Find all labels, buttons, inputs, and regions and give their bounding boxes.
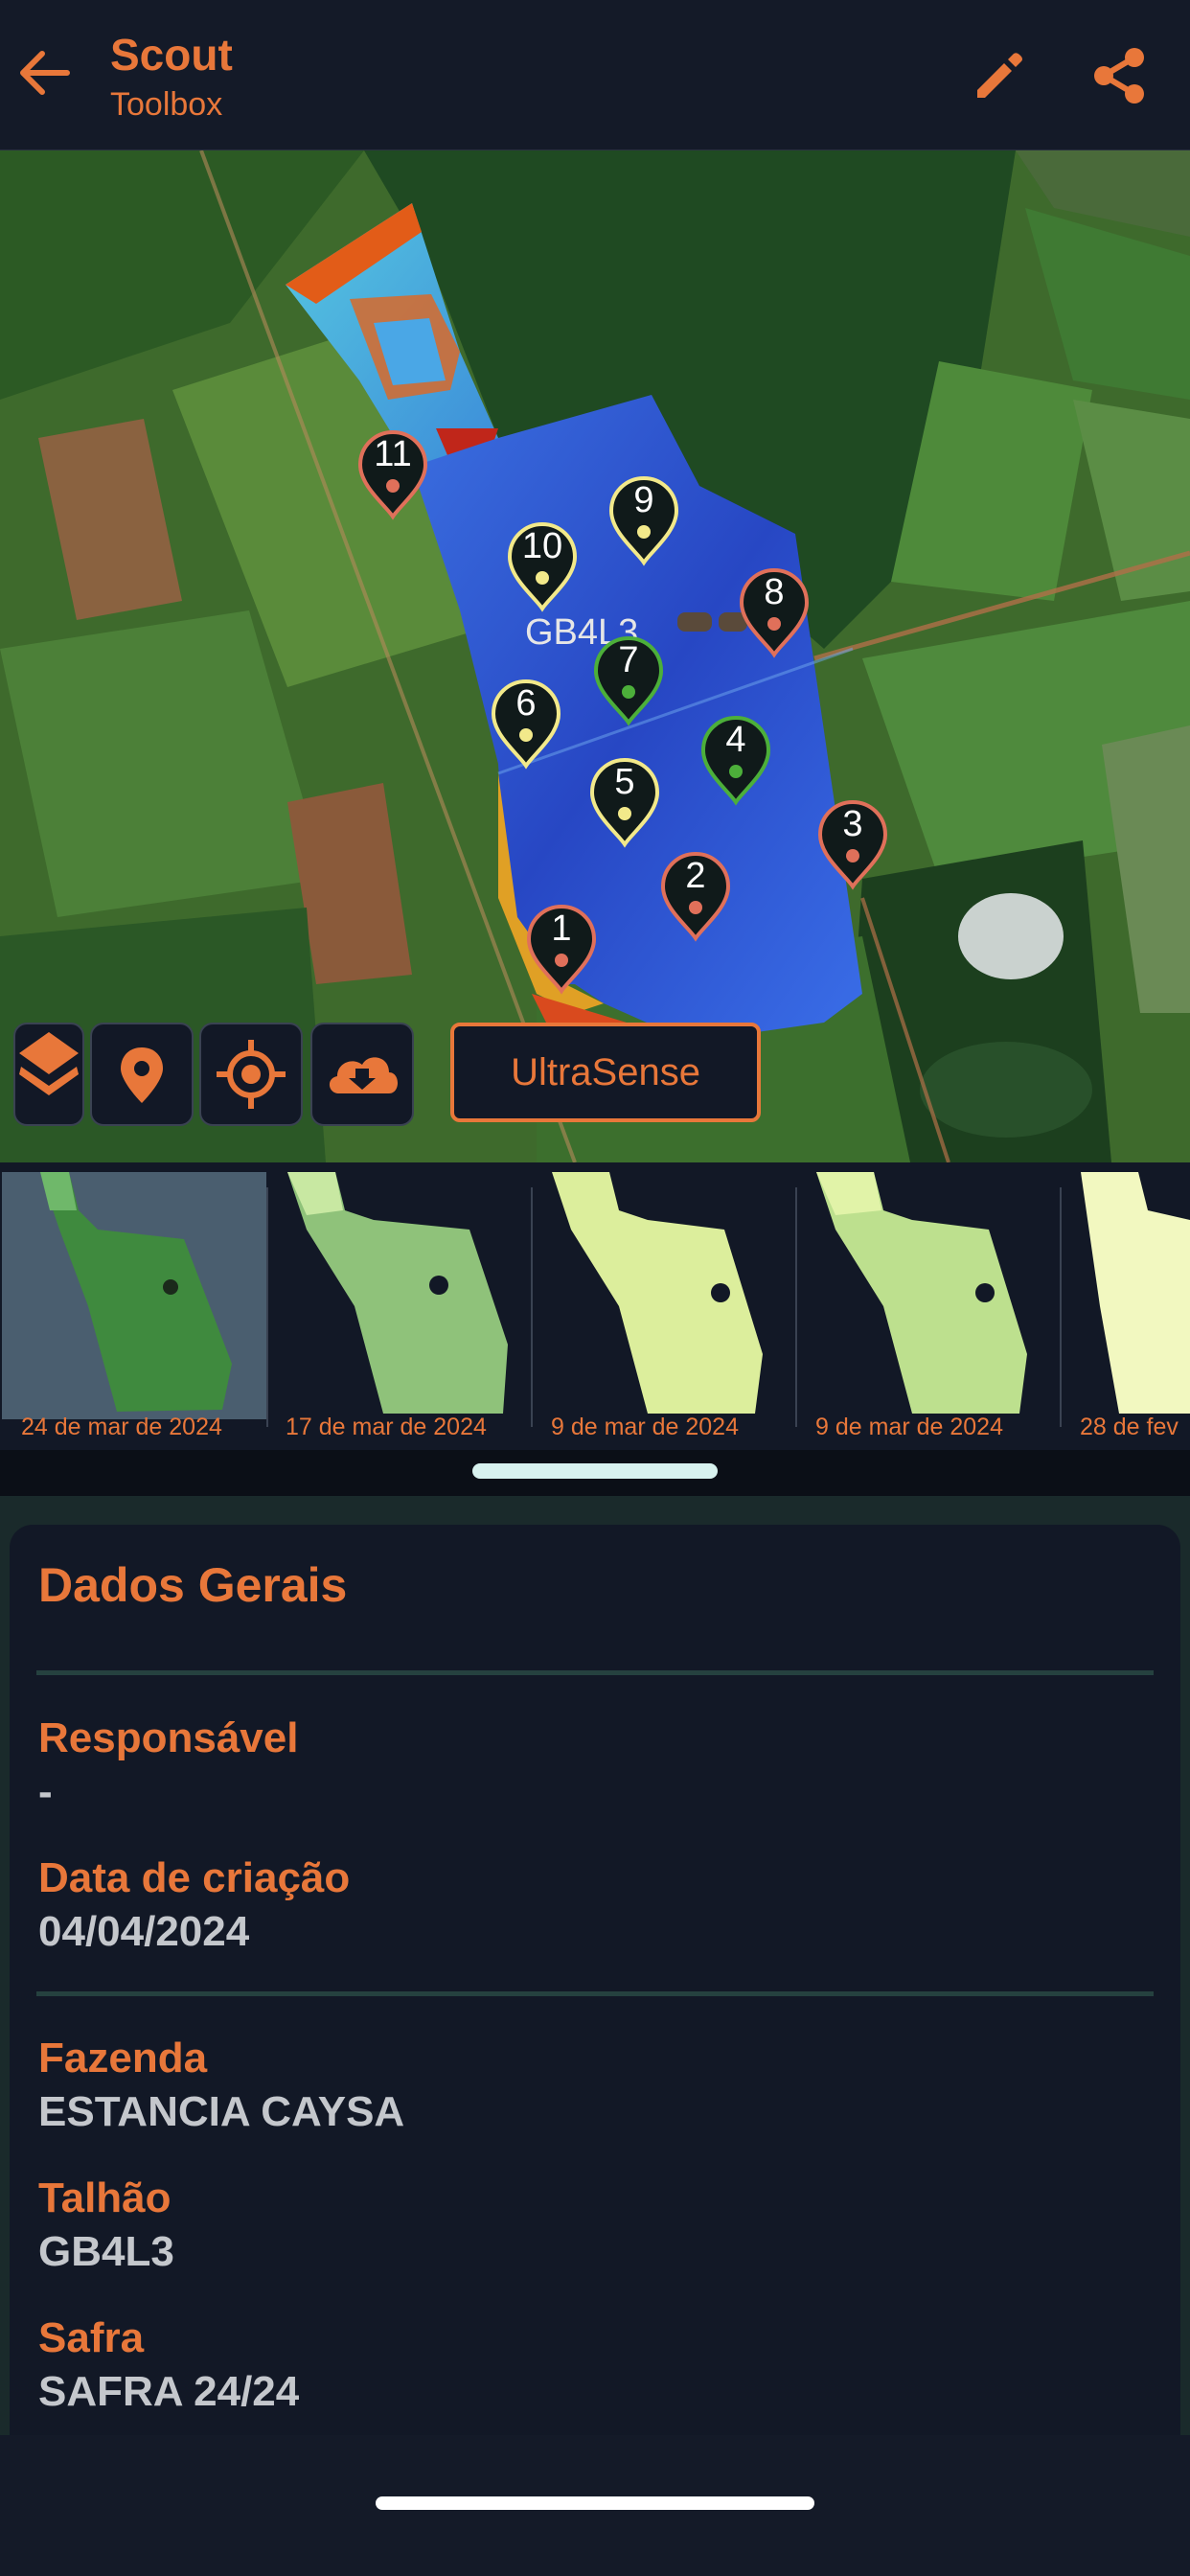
location-pin-icon — [121, 1047, 163, 1103]
bottom-safe-area — [0, 2435, 1190, 2576]
cloud-download-icon — [329, 1057, 398, 1093]
timeline-thumbnail[interactable] — [533, 1172, 797, 1419]
scout-pin-11[interactable]: 11 — [356, 428, 429, 520]
field-label-fazenda: Fazenda — [38, 2035, 208, 2082]
pin-status-dot — [846, 849, 859, 862]
download-button[interactable] — [310, 1023, 414, 1126]
app-header: Scout Toolbox — [0, 0, 1190, 151]
scout-pin-4[interactable]: 4 — [699, 714, 772, 806]
timeline-date: 17 de mar de 2024 — [286, 1414, 487, 1440]
share-icon — [1094, 48, 1144, 104]
pin-number: 2 — [685, 856, 706, 896]
pin-number: 11 — [374, 434, 412, 474]
timeline-thumbnail[interactable] — [2, 1172, 266, 1419]
field-label-data-criacao: Data de criação — [38, 1854, 351, 1901]
locate-button[interactable] — [199, 1023, 303, 1126]
pin-number: 4 — [725, 720, 746, 760]
home-indicator — [376, 2496, 814, 2510]
scout-pin-2[interactable]: 2 — [659, 850, 732, 942]
scout-pin-10[interactable]: 10 — [506, 520, 579, 612]
field-label-responsavel: Responsável — [38, 1714, 299, 1761]
share-button[interactable] — [1088, 44, 1152, 107]
timeline-date: 9 de mar de 2024 — [815, 1414, 1003, 1440]
timeline-thumbnail[interactable] — [1062, 1172, 1190, 1419]
pin-status-dot — [767, 617, 781, 631]
imagery-timeline[interactable]: 24 de mar de 2024 17 de mar de 2024 9 de… — [0, 1162, 1190, 1450]
divider — [36, 1991, 1154, 1996]
section-title: Dados Gerais — [38, 1558, 348, 1612]
field-value-talhao: GB4L3 — [38, 2228, 174, 2275]
pin-status-dot — [637, 525, 651, 539]
pin-number: 8 — [764, 572, 785, 612]
pin-number: 10 — [521, 526, 563, 566]
sheet-handle-bar[interactable] — [0, 1450, 1190, 1496]
scout-pin-5[interactable]: 5 — [588, 756, 661, 848]
pin-number: 6 — [515, 683, 537, 724]
field-label-talhao: Talhão — [38, 2174, 172, 2221]
arrow-left-icon — [20, 51, 70, 95]
field-map[interactable]: GB4L3 1 2 3 4 5 6 7 8 9 10 11 UltraSense — [0, 150, 1190, 1162]
field-thumbnail-image — [552, 1172, 763, 1414]
pin-status-dot — [689, 901, 702, 914]
pin-number: 3 — [842, 804, 863, 844]
drag-handle[interactable] — [472, 1463, 718, 1479]
pin-number: 7 — [618, 640, 639, 680]
add-pin-button[interactable] — [90, 1023, 194, 1126]
field-value-data-criacao: 04/04/2024 — [38, 1908, 250, 1955]
page-title: Scout — [110, 30, 233, 80]
pin-status-dot — [622, 685, 635, 699]
ultrasense-button[interactable]: UltraSense — [450, 1023, 761, 1122]
timeline-thumbnail[interactable] — [268, 1172, 533, 1419]
scout-pin-3[interactable]: 3 — [816, 798, 889, 890]
back-button[interactable] — [13, 42, 75, 104]
field-thumbnail-image — [287, 1172, 508, 1414]
field-thumbnail-image — [40, 1172, 232, 1412]
pin-status-dot — [555, 954, 568, 967]
scout-pin-7[interactable]: 7 — [592, 634, 665, 726]
timeline-thumbnail[interactable] — [797, 1172, 1062, 1419]
field-thumbnail-image — [816, 1172, 1027, 1414]
field-thumbnail-image — [1081, 1172, 1190, 1414]
field-value-responsavel: - — [38, 1768, 53, 1815]
scout-pin-6[interactable]: 6 — [490, 678, 562, 770]
layers-icon — [19, 1032, 79, 1095]
pin-number: 5 — [614, 762, 635, 802]
pin-status-dot — [386, 479, 400, 493]
crosshair-icon — [217, 1040, 286, 1109]
pencil-icon — [977, 53, 1022, 98]
field-value-fazenda: ESTANCIA CAYSA — [38, 2088, 405, 2135]
scout-pin-9[interactable]: 9 — [607, 474, 680, 566]
timeline-date: 28 de fev — [1080, 1414, 1179, 1440]
page-subtitle: Toolbox — [110, 86, 223, 123]
edit-button[interactable] — [968, 46, 1029, 107]
pin-number: 9 — [633, 480, 654, 520]
pin-status-dot — [536, 571, 549, 585]
timeline-date: 9 de mar de 2024 — [551, 1414, 739, 1440]
details-sheet: Dados Gerais Responsável - Data de criaç… — [0, 1496, 1190, 2435]
timeline-date: 24 de mar de 2024 — [21, 1414, 222, 1440]
divider — [36, 1670, 1154, 1675]
layers-button[interactable] — [13, 1023, 84, 1126]
scout-pin-1[interactable]: 1 — [525, 903, 598, 995]
field-value-safra: SAFRA 24/24 — [38, 2368, 300, 2415]
pin-status-dot — [519, 728, 533, 742]
pin-status-dot — [618, 807, 631, 820]
pin-number: 1 — [551, 908, 572, 949]
pin-status-dot — [729, 765, 743, 778]
general-data-card: Dados Gerais Responsável - Data de criaç… — [10, 1525, 1180, 2435]
field-label-safra: Safra — [38, 2314, 145, 2361]
scout-pin-8[interactable]: 8 — [738, 566, 811, 658]
